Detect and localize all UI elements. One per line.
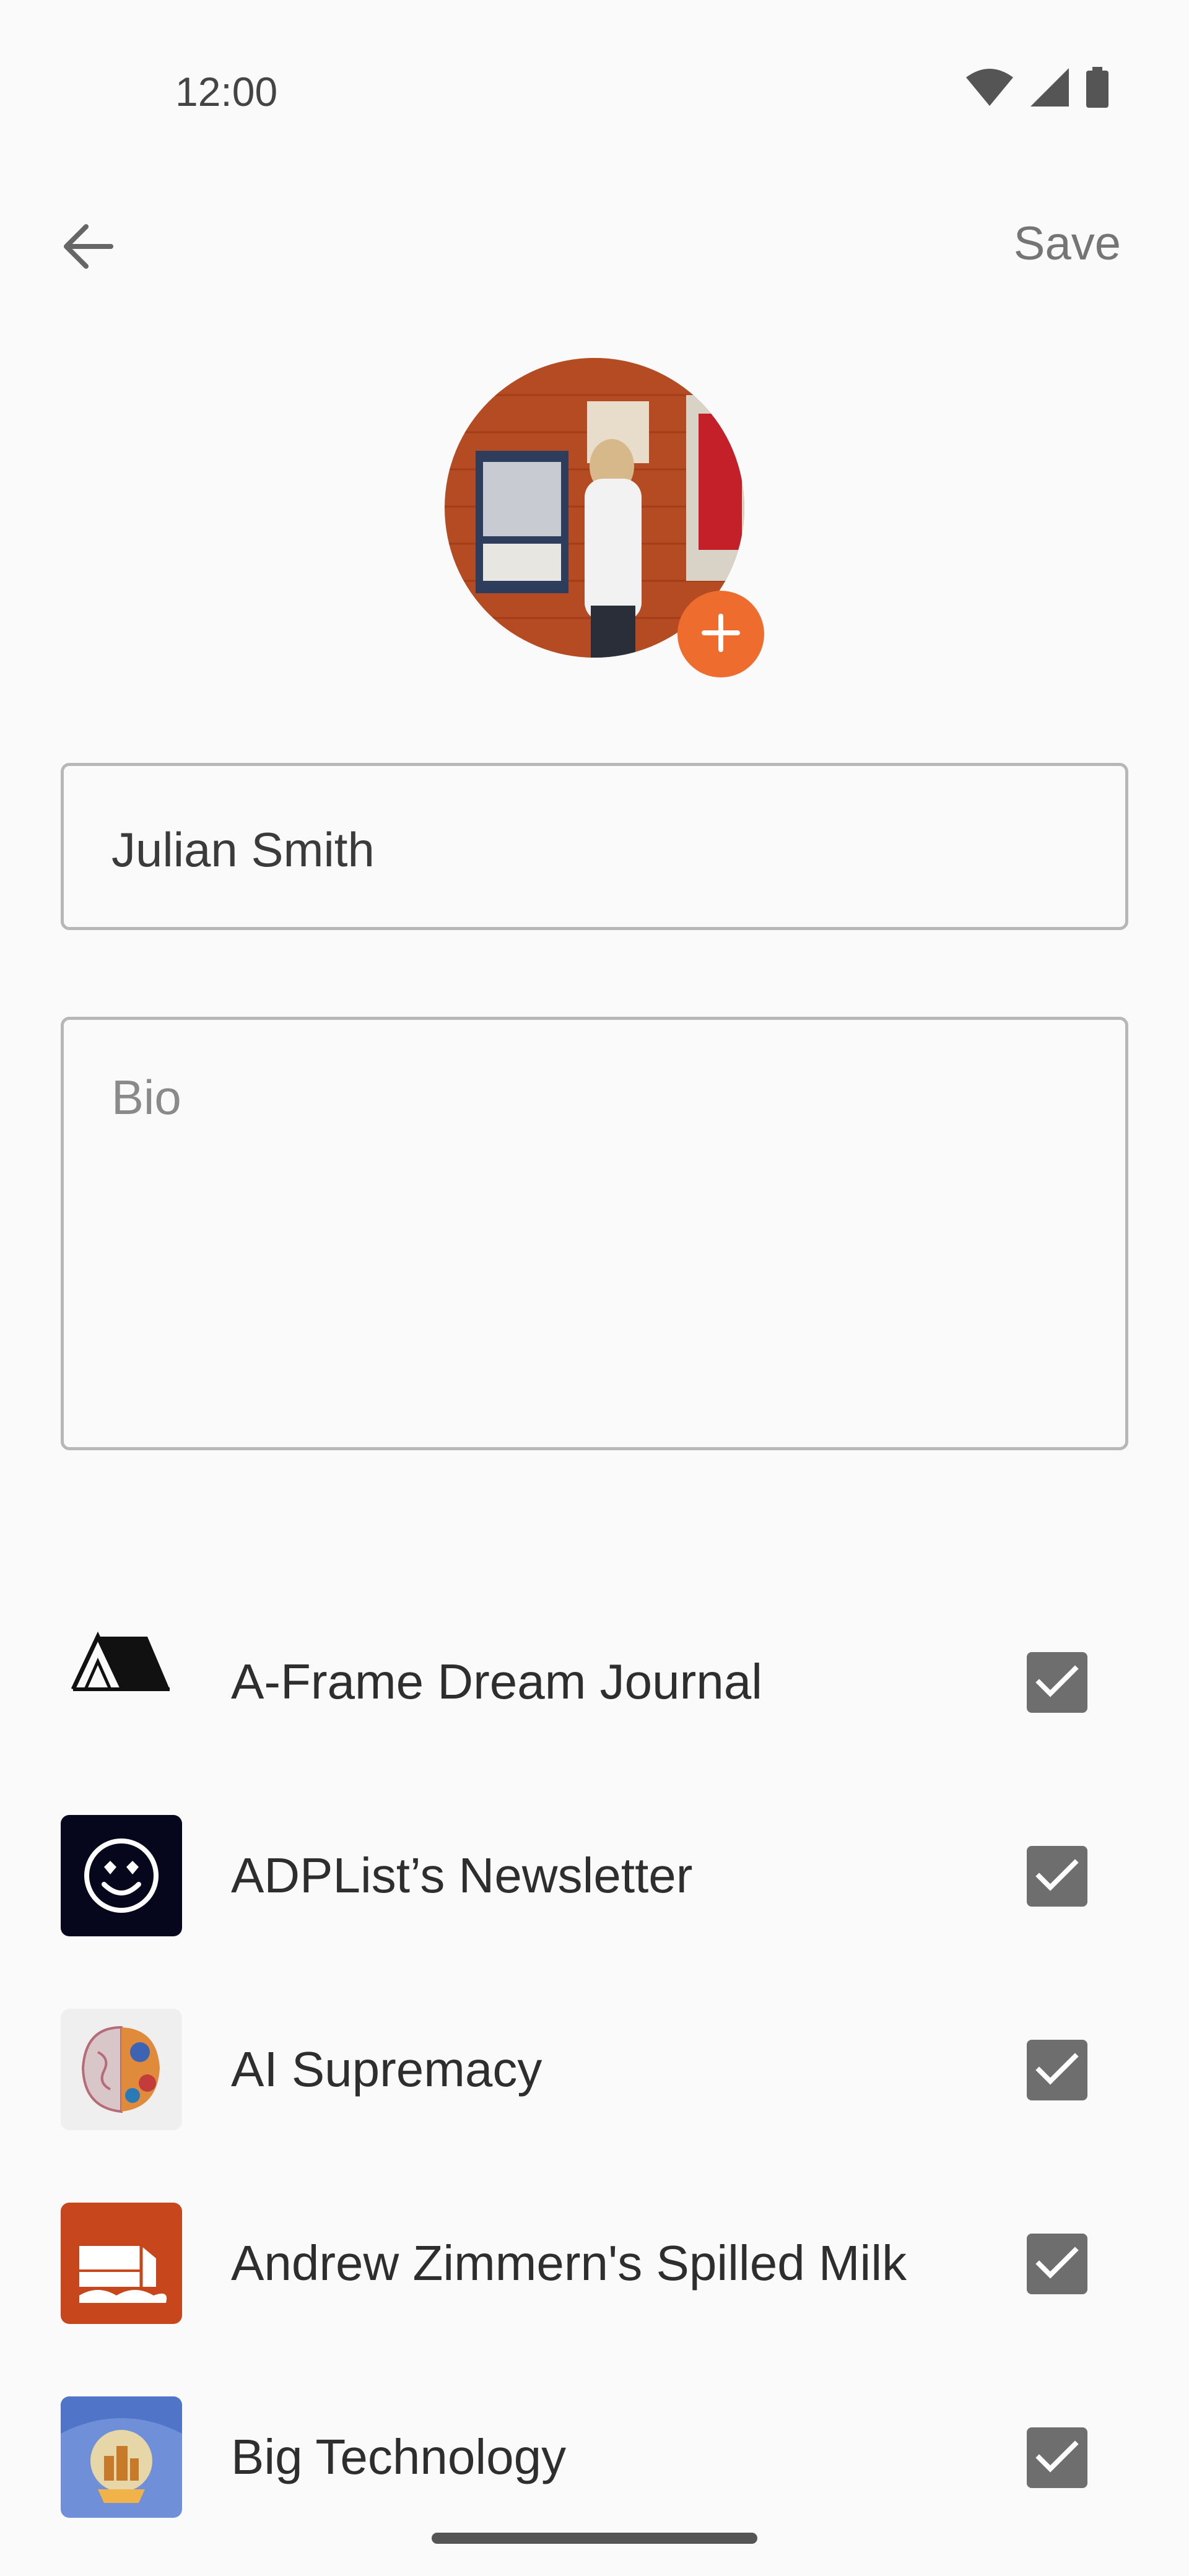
bio-field[interactable]: Bio	[61, 1017, 1128, 1450]
status-icons	[966, 67, 1108, 108]
city-globe-logo	[61, 2396, 182, 2518]
brain-art-logo	[61, 2009, 182, 2130]
list-item[interactable]: Big Technology	[0, 2361, 1189, 2554]
wifi-icon	[966, 69, 1013, 106]
publication-name: Big Technology	[231, 2429, 567, 2484]
publication-list: A-Frame Dream Journal ADPList’s Newslett…	[0, 1585, 1189, 2554]
milk-carton-logo	[61, 2203, 182, 2324]
checkmark-icon	[1035, 2245, 1079, 2283]
checkmark-icon	[1035, 2052, 1079, 2089]
list-item[interactable]: Andrew Zimmern's Spilled Milk	[0, 2167, 1189, 2361]
battery-icon	[1086, 67, 1108, 108]
heart-eyes-smiley-logo	[61, 1815, 182, 1936]
arrow-left-icon	[59, 222, 115, 274]
publication-name: AI Supremacy	[231, 2042, 542, 2097]
name-field[interactable]: Julian Smith	[61, 763, 1128, 930]
list-item[interactable]: AI Supremacy	[0, 1973, 1189, 2167]
home-indicator[interactable]	[432, 2533, 757, 2544]
checkmark-icon	[1035, 1858, 1079, 1895]
save-button[interactable]: Save	[1014, 217, 1121, 271]
publication-checkbox[interactable]	[1027, 2040, 1087, 2100]
publication-checkbox[interactable]	[1027, 1652, 1087, 1713]
publication-checkbox[interactable]	[1027, 2234, 1087, 2294]
back-button[interactable]	[50, 211, 124, 285]
checkmark-icon	[1035, 1664, 1079, 1702]
list-item[interactable]: A-Frame Dream Journal	[0, 1585, 1189, 1779]
status-bar: 12:00	[0, 0, 1189, 155]
name-value: Julian Smith	[111, 822, 375, 877]
bio-placeholder: Bio	[111, 1070, 181, 1125]
publication-name: Andrew Zimmern's Spilled Milk	[231, 2235, 907, 2291]
signal-icon	[1030, 68, 1069, 107]
status-time: 12:00	[175, 69, 278, 115]
publication-checkbox[interactable]	[1027, 1846, 1087, 1907]
add-photo-button[interactable]	[677, 591, 764, 677]
checkmark-icon	[1035, 2439, 1079, 2477]
plus-icon	[699, 611, 743, 658]
publication-checkbox[interactable]	[1027, 2427, 1087, 2488]
edit-profile-screen: 12:00 Save Julian Smith Bio A-Frame Drea…	[0, 0, 1189, 2576]
a-frame-logo	[61, 1621, 182, 1743]
avatar-section	[445, 358, 764, 677]
publication-name: ADPList’s Newsletter	[231, 1848, 693, 1903]
publication-name: A-Frame Dream Journal	[231, 1654, 763, 1709]
list-item[interactable]: ADPList’s Newsletter	[0, 1779, 1189, 1973]
